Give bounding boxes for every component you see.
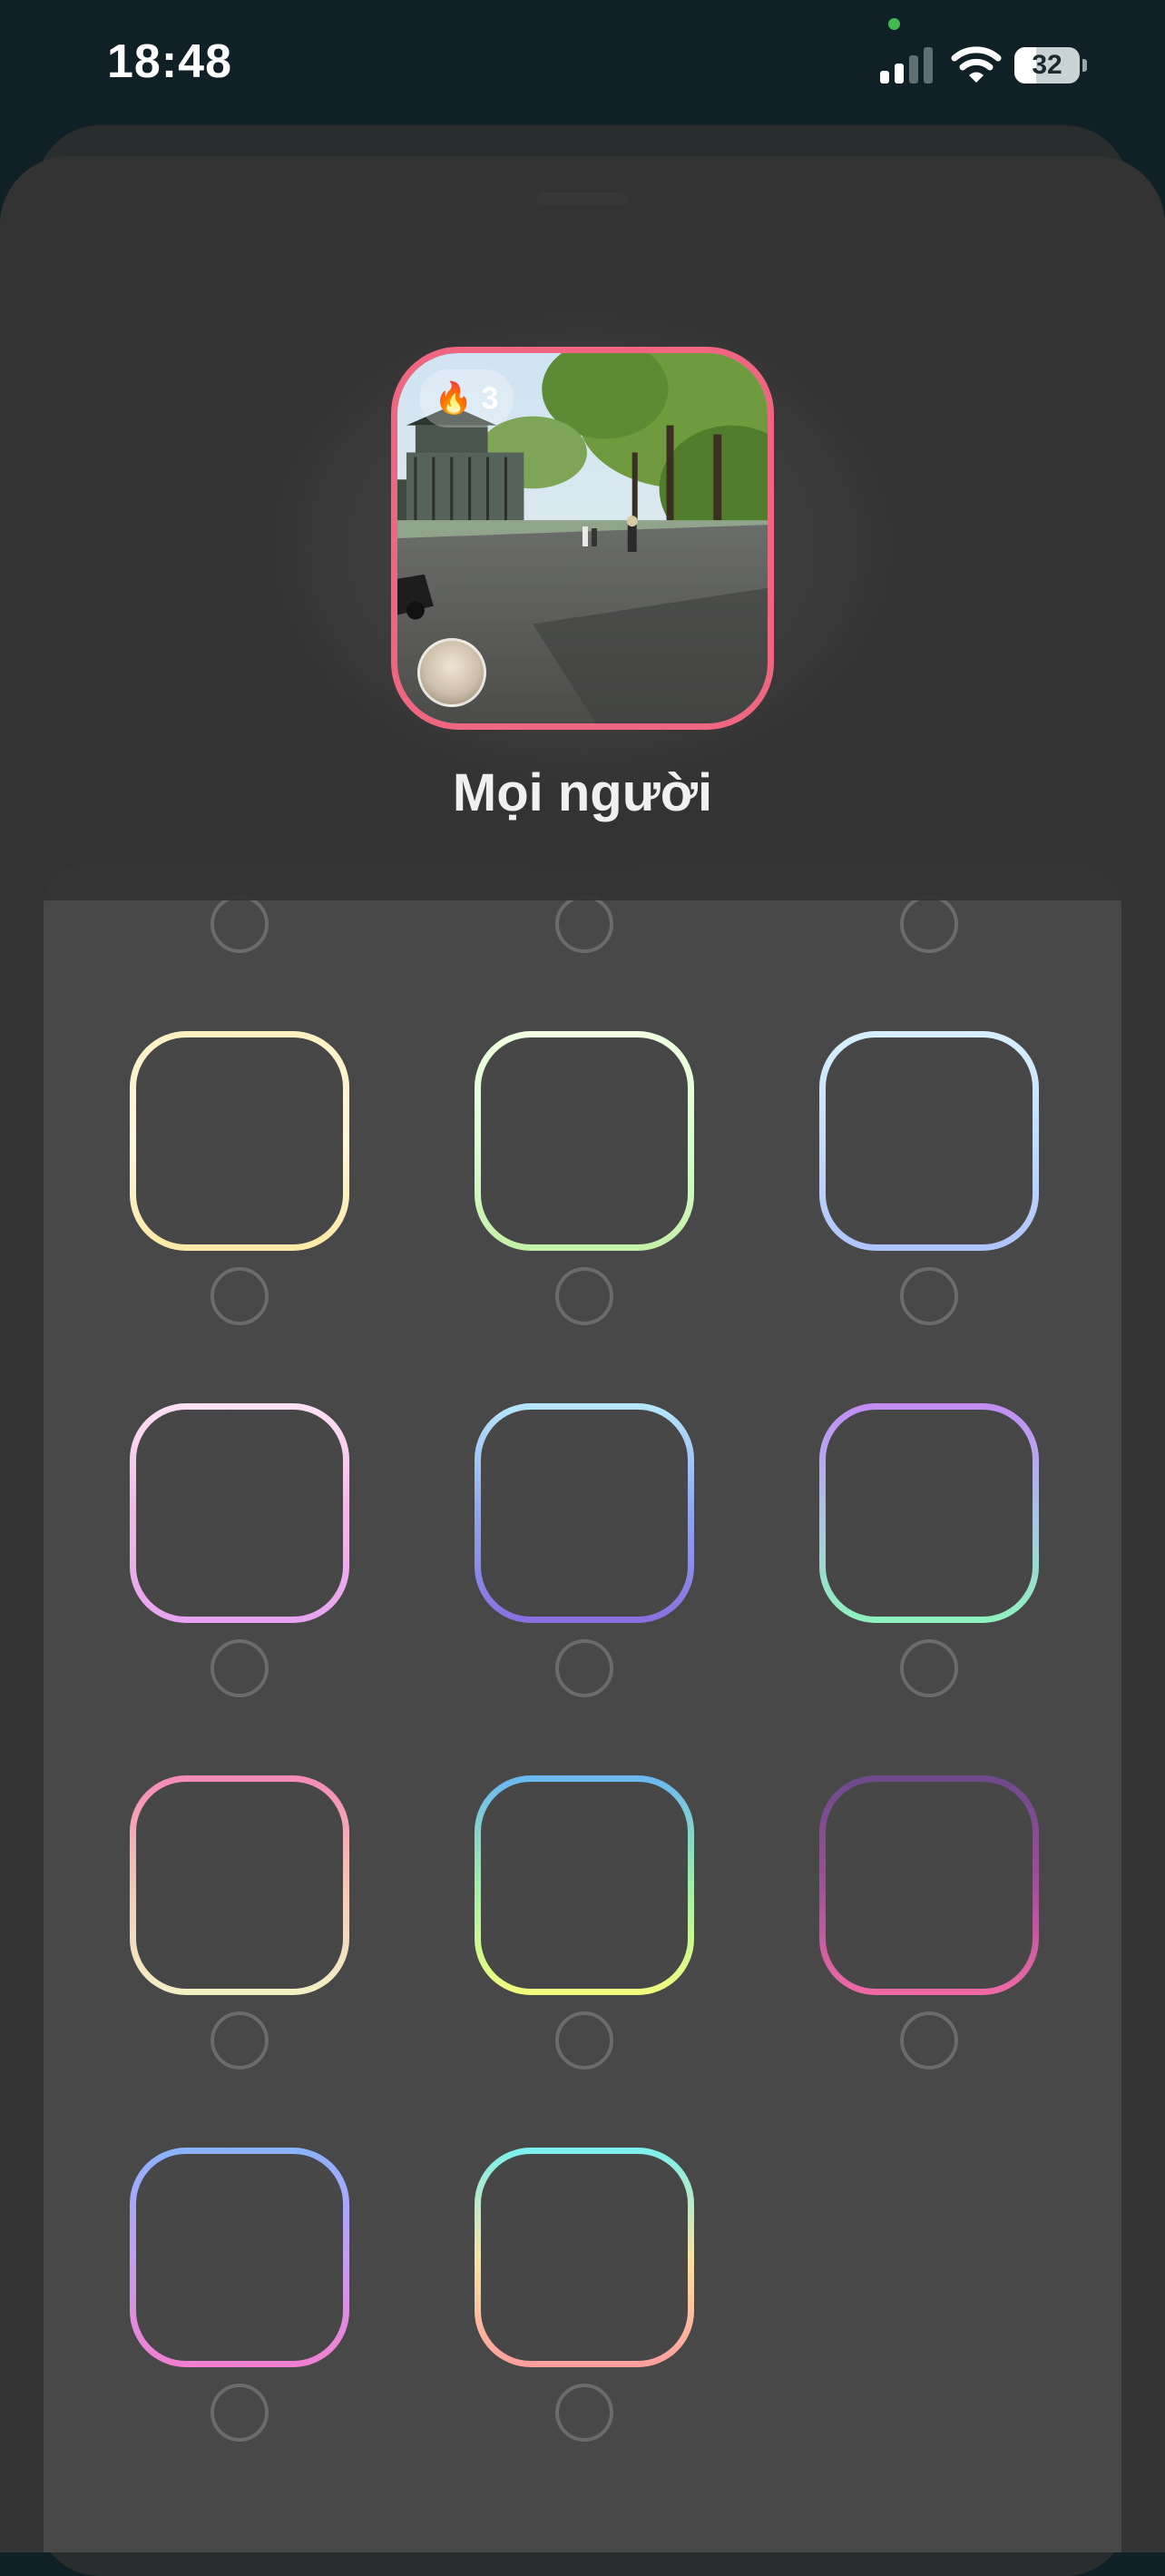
frame-plum-pink[interactable] (819, 1775, 1039, 1995)
frame-swatch-interior (136, 1037, 343, 1244)
battery-icon: 32 (1014, 47, 1087, 84)
frame-radio-hidden-3[interactable] (900, 895, 958, 953)
frame-radio-button[interactable] (210, 1639, 269, 1697)
frame-swatch-interior (136, 1782, 343, 1989)
frame-swatch-interior (136, 2154, 343, 2361)
frame-pastel-pink[interactable] (130, 1403, 349, 1623)
frame-radio-button[interactable] (555, 2384, 613, 2442)
status-bar: 18:48 32 (0, 0, 1165, 136)
frame-radio-button[interactable] (900, 1267, 958, 1325)
photo-preview: 🔥 3 (391, 347, 774, 730)
frame-radio-button[interactable] (210, 2011, 269, 2070)
streak-count: 3 (481, 381, 499, 416)
frame-aqua-peach[interactable] (475, 2148, 694, 2367)
frame-swatch-interior (136, 1410, 343, 1617)
frame-radio-button[interactable] (555, 1267, 613, 1325)
frame-radio-button[interactable] (210, 1267, 269, 1325)
flame-icon: 🔥 (434, 381, 473, 416)
frame-swatch-interior (826, 1782, 1033, 1989)
frame-swatch-interior (481, 2154, 688, 2361)
frame-swatch-interior (481, 1782, 688, 1989)
camera-in-use-indicator (888, 18, 900, 30)
frame-radio-button[interactable] (555, 2011, 613, 2070)
frame-radio-button[interactable] (900, 1639, 958, 1697)
status-time: 18:48 (107, 35, 232, 88)
frame-pink-yellow[interactable] (130, 1775, 349, 1995)
frame-violet-green[interactable] (819, 1403, 1039, 1623)
frame-radio-button[interactable] (210, 2384, 269, 2442)
frame-periwinkle[interactable] (475, 1403, 694, 1623)
frame-cream[interactable] (130, 1031, 349, 1251)
battery-level: 32 (1032, 50, 1062, 80)
frame-blue-orchid[interactable] (130, 2148, 349, 2367)
frame-swatch-interior (481, 1410, 688, 1617)
frame-radio-button[interactable] (900, 2011, 958, 2070)
frame-picker-sheet: 🔥 3 Mọi người (0, 156, 1165, 2552)
frame-blue-lime[interactable] (475, 1775, 694, 1995)
frame-swatch-interior (826, 1410, 1033, 1617)
frame-radio-button[interactable] (555, 1639, 613, 1697)
frame-mint[interactable] (475, 1031, 694, 1251)
frame-radio-hidden-2[interactable] (555, 895, 613, 953)
avatar (417, 638, 486, 707)
preview-title: Mọi người (452, 763, 713, 822)
frame-radio-hidden-1[interactable] (210, 895, 269, 953)
frame-swatch-interior (481, 1037, 688, 1244)
cellular-signal-icon (880, 47, 933, 84)
frame-swatch-interior (826, 1037, 1033, 1244)
streak-badge: 🔥 3 (419, 369, 514, 428)
frame-ice-blue[interactable] (819, 1031, 1039, 1251)
wifi-icon (951, 46, 1002, 83)
